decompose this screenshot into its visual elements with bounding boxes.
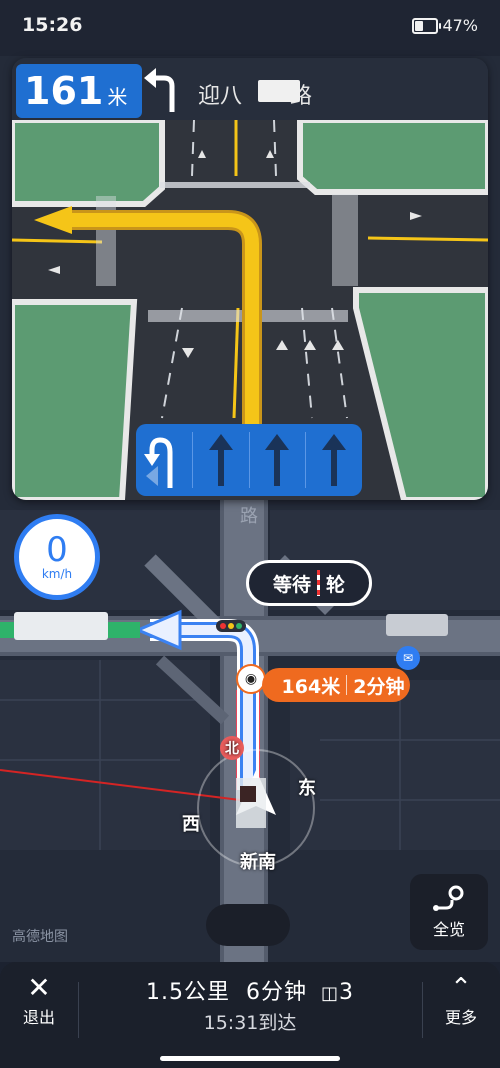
left-uturn-lane-icon	[136, 424, 192, 496]
segment-distance: 164米	[281, 675, 341, 698]
traffic-light-divider	[317, 570, 320, 596]
route-overview-icon	[433, 885, 464, 911]
lane-indicator	[136, 424, 362, 496]
battery-icon	[412, 17, 442, 34]
wait-label: 等待	[272, 573, 311, 596]
battery-percent: 47%	[442, 16, 478, 35]
turn-distance-box: 161 米	[16, 64, 142, 118]
overview-label: 全览	[432, 920, 465, 939]
compass-north: 北	[220, 736, 244, 760]
map-brand-watermark: 高德地图	[12, 929, 68, 945]
segment-info-pill: 164米 2分钟	[262, 668, 410, 702]
speed-unit: km/h	[41, 567, 73, 581]
camera-icon: ◉	[236, 664, 266, 694]
junction-guide-card: 161 米 迎八路	[12, 58, 488, 500]
turn-left-icon	[144, 68, 175, 112]
more-label: 更多	[444, 1008, 477, 1027]
battery-indicator: 47%	[412, 16, 478, 35]
straight-lane-icon	[193, 424, 249, 496]
speed-value: 0	[46, 530, 68, 570]
segment-time: 2分钟	[353, 675, 405, 698]
traffic-light-wait-bubble: 等待 轮	[246, 560, 372, 606]
straight-lane-icon	[306, 424, 362, 496]
compass-east: 东	[298, 778, 316, 799]
turn-distance-value: 161	[24, 69, 104, 113]
trip-time: 6分钟	[245, 980, 307, 1005]
home-indicator[interactable]	[160, 1056, 340, 1061]
pill-divider	[346, 675, 348, 695]
road-label-vertical: 路	[240, 506, 258, 527]
divider	[422, 982, 423, 1038]
road-name-redaction	[258, 80, 300, 102]
overview-button[interactable]: 全览	[410, 874, 488, 950]
compass-west: 西	[182, 814, 200, 835]
trip-summary: 1.5公里 6分钟 ◫3	[0, 974, 500, 1006]
traffic-light-icon: ◫	[320, 983, 339, 1004]
arrival-time: 15:31到达	[203, 1012, 297, 1034]
more-button[interactable]: ⌃ 更多	[436, 972, 486, 1032]
wait-rounds-label: 轮	[326, 573, 346, 596]
message-icon[interactable]: ✉	[396, 646, 420, 670]
straight-lane-icon	[250, 424, 306, 496]
status-time: 15:26	[22, 14, 83, 36]
traffic-light-count: 3	[339, 980, 354, 1005]
chevron-up-icon: ⌃	[450, 973, 472, 1003]
trip-distance: 1.5公里	[145, 980, 230, 1005]
speedometer: 0 km/h	[14, 514, 100, 600]
turn-distance-unit: 米	[107, 85, 128, 109]
road-label-bottom: 新南	[240, 852, 276, 873]
